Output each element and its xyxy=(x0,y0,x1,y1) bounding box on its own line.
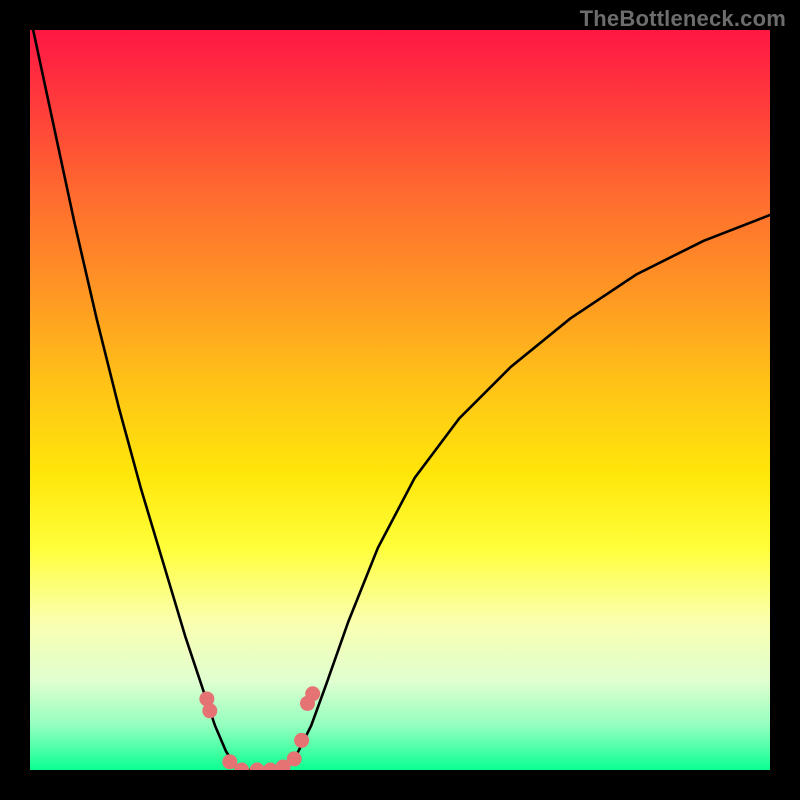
marker-point xyxy=(287,751,302,766)
marker-point xyxy=(305,686,320,701)
watermark-label: TheBottleneck.com xyxy=(580,6,786,32)
chart-svg xyxy=(30,30,770,770)
marker-point xyxy=(294,733,309,748)
marker-point xyxy=(202,703,217,718)
chart-plot-area xyxy=(30,30,770,770)
chart-background xyxy=(30,30,770,770)
